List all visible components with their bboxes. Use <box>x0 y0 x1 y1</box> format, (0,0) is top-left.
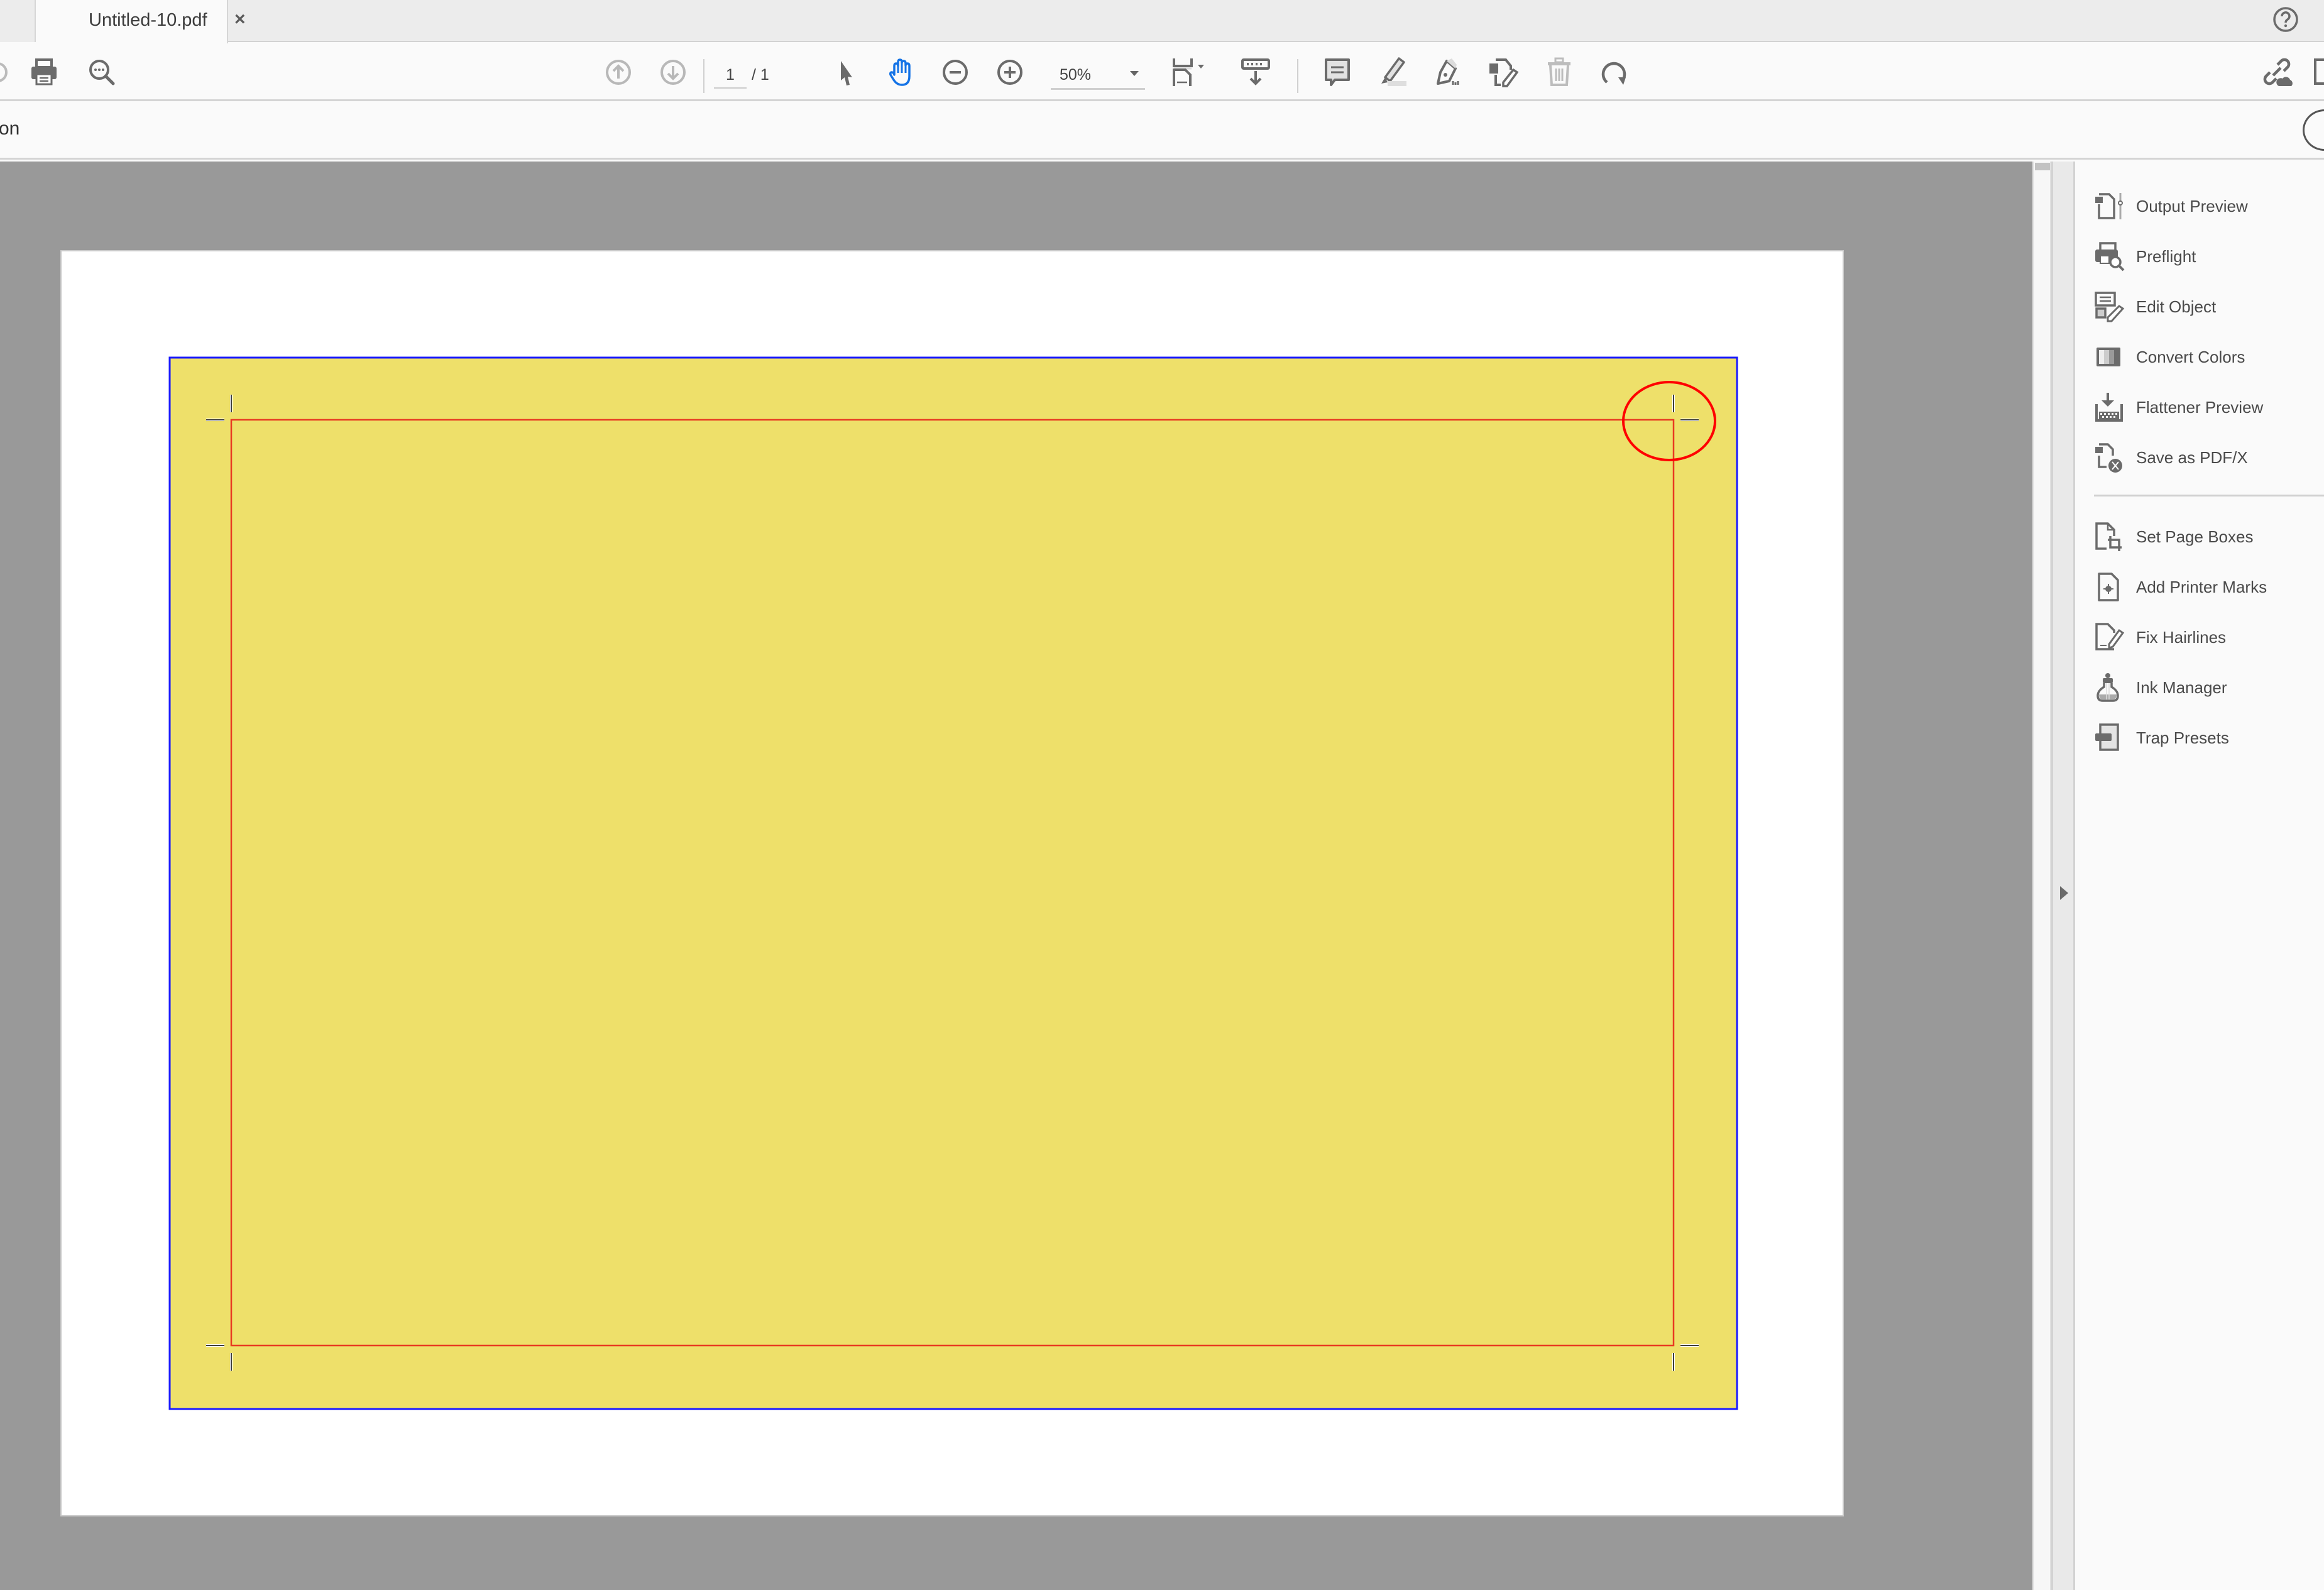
zoom-out-icon[interactable] <box>939 56 972 89</box>
sign-icon[interactable] <box>1432 56 1464 89</box>
previous-page-icon[interactable] <box>602 56 635 89</box>
next-page-icon[interactable] <box>657 56 689 89</box>
print-icon[interactable] <box>28 56 60 89</box>
main-toolbar: / 1 50% <box>0 43 2324 101</box>
help-icon[interactable] <box>2272 6 2299 33</box>
collapse-panel-icon[interactable] <box>2060 886 2068 900</box>
fit-page-icon[interactable] <box>1168 56 1218 89</box>
delete-icon[interactable] <box>1543 56 1576 89</box>
panel-item-label: Edit Object <box>2136 297 2217 316</box>
page-number-input[interactable] <box>714 62 747 89</box>
tab-document[interactable]: Untitled-10.pdf × <box>36 0 246 43</box>
tab-bar: Untitled-10.pdf × <box>0 0 2324 43</box>
panel-item-label: Convert Colors <box>2136 347 2245 366</box>
highlight-icon[interactable] <box>1376 56 1409 89</box>
panel-item-ink-manager[interactable]: Ink Manager <box>2094 669 2324 706</box>
toolbar-divider <box>703 59 704 93</box>
comment-icon[interactable] <box>1321 56 1354 89</box>
panel-item-label: Save as PDF/X <box>2136 447 2248 467</box>
ink-manager-icon <box>2097 673 2119 702</box>
select-arrow-icon[interactable] <box>830 56 862 89</box>
panel-item-label: Set Page Boxes <box>2136 527 2254 546</box>
printer-marks-icon <box>2098 573 2119 601</box>
panel-item-label: Trap Presets <box>2136 728 2229 747</box>
scroll-mode-icon[interactable] <box>1239 56 1272 89</box>
set-page-boxes-icon <box>2095 522 2122 551</box>
partial-icon[interactable] <box>0 56 14 89</box>
tab-title: Untitled-10.pdf <box>89 10 207 30</box>
tab-previous[interactable] <box>0 0 36 42</box>
save-pdfx-icon <box>2095 443 2122 473</box>
vertical-scrollbar[interactable] <box>2032 162 2051 1590</box>
panel-item-label: Preflight <box>2136 246 2196 266</box>
output-preview-icon <box>2095 193 2123 219</box>
convert-colors-icon <box>2097 348 2120 366</box>
page-total: / 1 <box>752 66 769 84</box>
secondary-toolbar: on <box>0 103 2324 160</box>
panel-item-flattener-preview[interactable]: Flattener Preview <box>2094 388 2324 426</box>
panel-item-trap-presets[interactable]: Trap Presets <box>2094 719 2324 757</box>
rotate-icon[interactable] <box>1598 56 1631 89</box>
panel-toggle-icon[interactable] <box>2313 56 2324 89</box>
panel-item-label: Fix Hairlines <box>2136 627 2227 647</box>
toolbar-divider <box>1297 59 1298 93</box>
trap-presets-icon <box>2095 723 2119 751</box>
panel-divider <box>2094 495 2324 496</box>
panel-item-add-printer-marks[interactable]: Add Printer Marks <box>2094 568 2324 606</box>
panel-item-fix-hairlines[interactable]: Fix Hairlines <box>2094 618 2324 656</box>
panel-item-edit-object[interactable]: Edit Object <box>2094 288 2324 326</box>
panel-item-preflight[interactable]: Preflight <box>2094 238 2324 275</box>
bleed-box <box>168 356 1738 1410</box>
hand-icon[interactable] <box>884 56 917 89</box>
panel-item-convert-colors[interactable]: Convert Colors <box>2094 338 2324 376</box>
flattener-preview-icon <box>2095 393 2123 422</box>
zoom-level-value: 50% <box>1060 66 1092 84</box>
fix-hairlines-icon <box>2095 623 2125 650</box>
panel-item-label: Ink Manager <box>2136 677 2227 697</box>
panel-item-label: Output Preview <box>2136 196 2248 216</box>
close-icon[interactable]: × <box>234 9 246 30</box>
panel-splitter[interactable] <box>2051 162 2075 1590</box>
panel-item-label: Flattener Preview <box>2136 397 2264 417</box>
edit-object-icon <box>2095 292 2125 322</box>
zoom-level-dropdown[interactable]: 50% <box>1051 62 1145 90</box>
scrollbar-thumb[interactable] <box>2035 163 2050 170</box>
panel-item-save-pdfx[interactable]: Save as PDF/X <box>2094 439 2324 476</box>
print-production-panel: Output Preview Preflight Edit Object Con… <box>2075 162 2324 1590</box>
zoom-in-icon[interactable] <box>994 56 1026 89</box>
panel-item-set-page-boxes[interactable]: Set Page Boxes <box>2094 518 2324 556</box>
close-tool-button[interactable] <box>2303 109 2324 151</box>
panel-item-label: Add Printer Marks <box>2136 577 2267 596</box>
find-icon[interactable] <box>85 56 118 89</box>
document-viewport[interactable] <box>0 162 2032 1590</box>
panel-item-output-preview[interactable]: Output Preview <box>2094 187 2324 225</box>
tool-name-label: on <box>0 118 20 139</box>
chevron-down-icon <box>1130 71 1139 76</box>
page-artwork <box>168 356 1738 1410</box>
edit-file-icon[interactable] <box>1487 56 1520 89</box>
share-link-icon[interactable] <box>2261 56 2294 89</box>
preflight-icon <box>2095 242 2125 271</box>
